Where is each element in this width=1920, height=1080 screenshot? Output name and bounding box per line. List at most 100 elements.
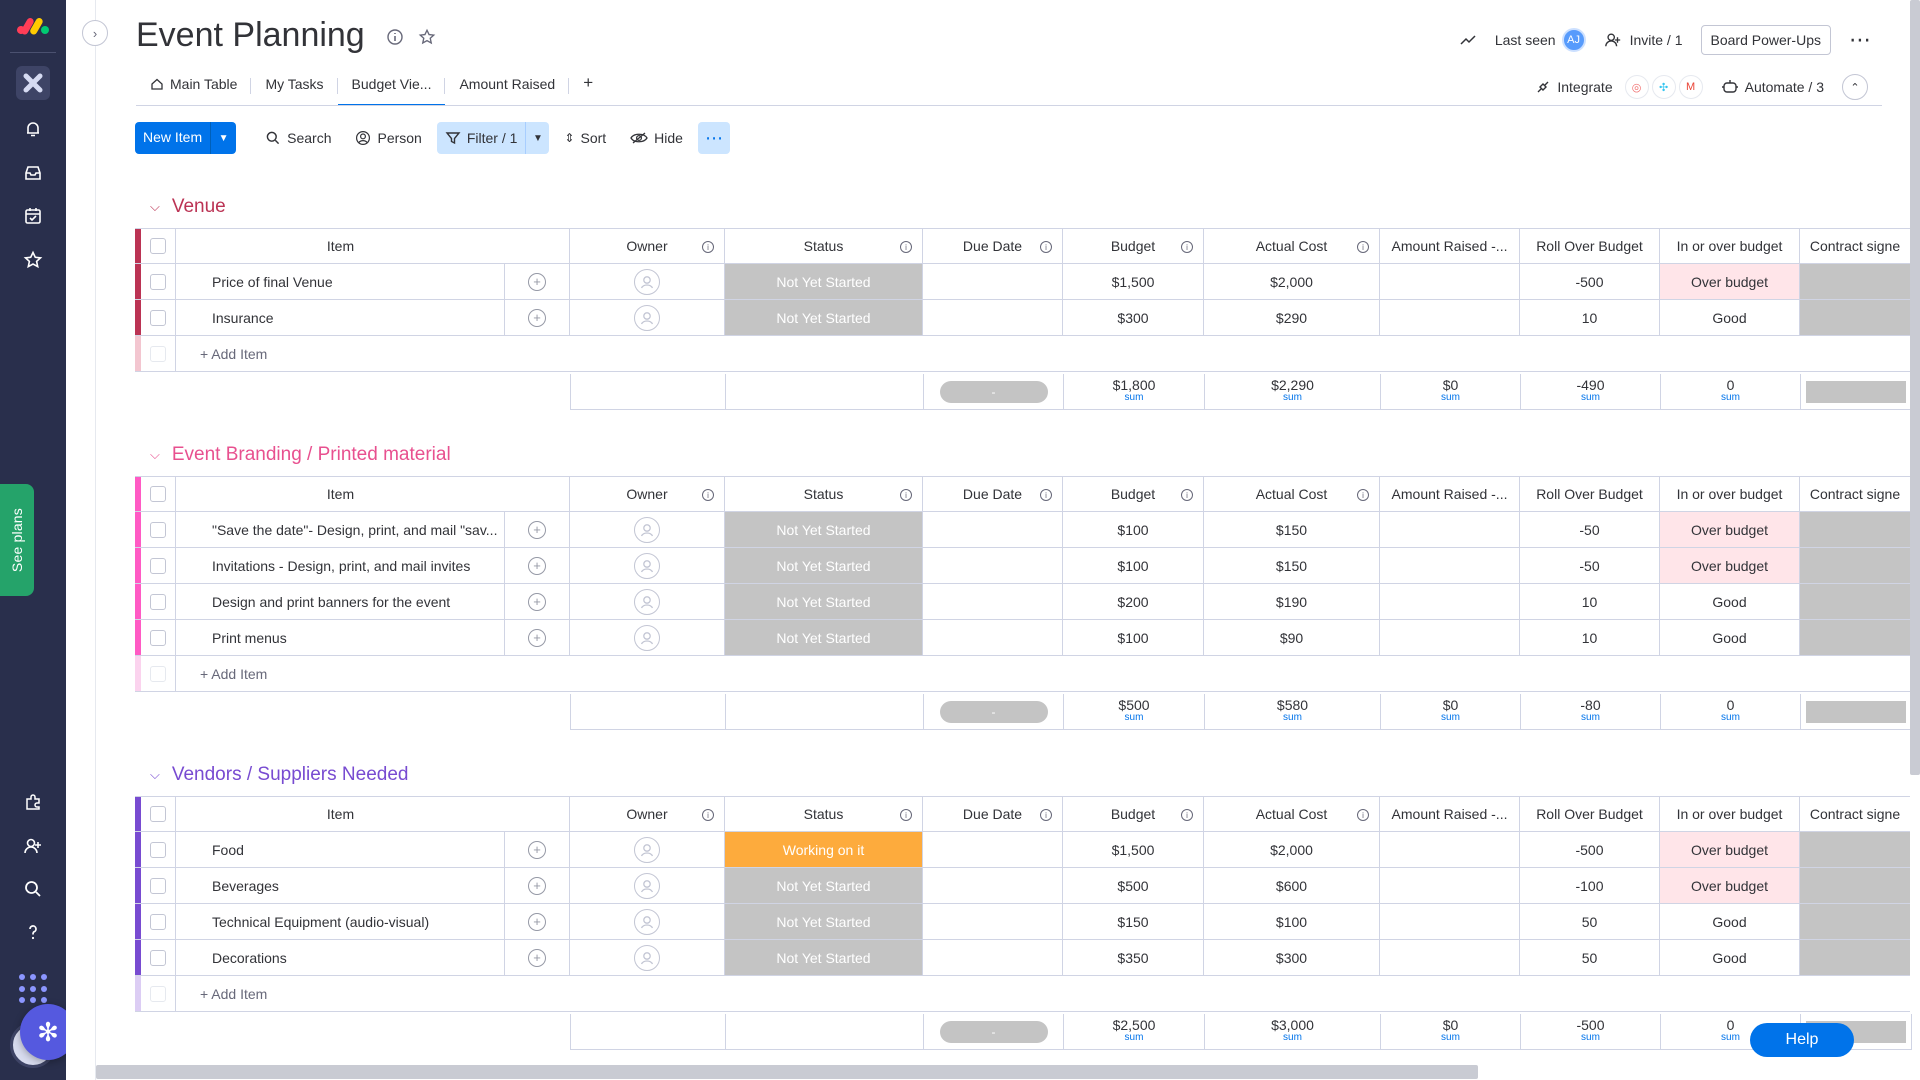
table-row[interactable]: Insurance + Not Yet Started $300 $290 10… xyxy=(135,300,1910,336)
board-title[interactable]: Event Planning xyxy=(136,16,365,55)
budget-cell[interactable]: $500 xyxy=(1063,868,1204,903)
owner-cell[interactable] xyxy=(570,264,725,299)
budget-cell[interactable]: $1,500 xyxy=(1063,264,1204,299)
row-select-cell[interactable] xyxy=(141,940,176,975)
status-cell[interactable]: Not Yet Started xyxy=(725,512,923,547)
row-checkbox[interactable] xyxy=(150,630,166,646)
column-info-icon[interactable]: i xyxy=(702,241,714,253)
status-cell[interactable]: Not Yet Started xyxy=(725,940,923,975)
item-name-cell[interactable]: Design and print banners for the event xyxy=(176,584,505,619)
empty-person-icon[interactable] xyxy=(634,625,660,651)
table-row[interactable]: Invitations - Design, print, and mail in… xyxy=(135,548,1910,584)
row-checkbox[interactable] xyxy=(150,522,166,538)
column-header-actual_cost[interactable]: Actual Cost i xyxy=(1204,477,1380,511)
contract-signed-cell[interactable] xyxy=(1800,264,1910,299)
empty-person-icon[interactable] xyxy=(634,517,660,543)
row-checkbox[interactable] xyxy=(150,594,166,610)
status-label[interactable]: Not Yet Started xyxy=(725,548,922,583)
column-header-budget[interactable]: Budget i xyxy=(1063,797,1204,831)
item-name[interactable]: Price of final Venue xyxy=(212,274,333,290)
last-seen[interactable]: Last seen AJ xyxy=(1495,28,1586,52)
due-date-cell[interactable] xyxy=(923,904,1063,939)
budget-cell[interactable]: $100 xyxy=(1063,512,1204,547)
row-select-cell[interactable] xyxy=(141,264,176,299)
tab-my-tasks[interactable]: My Tasks xyxy=(251,70,337,98)
due-date-cell[interactable] xyxy=(923,512,1063,547)
board-menu-icon[interactable]: ⋯ xyxy=(1849,27,1872,53)
contract-status-pill[interactable] xyxy=(1800,832,1910,867)
contract-status-pill[interactable] xyxy=(1800,264,1910,299)
help-button[interactable]: Help xyxy=(1750,1023,1854,1057)
row-select-cell[interactable] xyxy=(141,584,176,619)
row-checkbox[interactable] xyxy=(150,842,166,858)
item-name-cell[interactable]: Decorations xyxy=(176,940,505,975)
add-update-icon[interactable]: + xyxy=(528,273,546,291)
favorite-star-icon[interactable] xyxy=(418,28,436,46)
contract-status-pill[interactable] xyxy=(1800,512,1910,547)
chevron-down-icon[interactable]: ⌵ xyxy=(150,767,160,783)
updates-cell[interactable]: + xyxy=(505,904,570,939)
owner-cell[interactable] xyxy=(570,300,725,335)
owner-cell[interactable] xyxy=(570,512,725,547)
status-label[interactable]: Not Yet Started xyxy=(725,620,922,655)
budget-cell[interactable]: $100 xyxy=(1063,548,1204,583)
row-select-cell[interactable] xyxy=(141,620,176,655)
hide-button[interactable]: Hide xyxy=(621,122,692,154)
automate-button[interactable]: Automate / 3 xyxy=(1721,79,1824,95)
empty-person-icon[interactable] xyxy=(634,589,660,615)
due-date-cell[interactable] xyxy=(923,264,1063,299)
table-row[interactable]: Price of final Venue + Not Yet Started $… xyxy=(135,264,1910,300)
updates-cell[interactable]: + xyxy=(505,584,570,619)
budget-cell[interactable]: $300 xyxy=(1063,300,1204,335)
collapse-header-button[interactable]: ⌃ xyxy=(1842,74,1868,100)
add-update-icon[interactable]: + xyxy=(528,949,546,967)
contract-signed-cell[interactable] xyxy=(1800,300,1910,335)
due-date-cell[interactable] xyxy=(923,620,1063,655)
column-header-due_date[interactable]: Due Date i xyxy=(923,229,1063,263)
board-power-ups-button[interactable]: Board Power-Ups xyxy=(1701,25,1832,55)
row-select-cell[interactable] xyxy=(141,512,176,547)
see-plans-button[interactable]: See plans xyxy=(0,484,34,596)
due-date-cell[interactable] xyxy=(923,832,1063,867)
empty-person-icon[interactable] xyxy=(634,945,660,971)
add-update-icon[interactable]: + xyxy=(528,629,546,647)
row-select-cell[interactable] xyxy=(141,300,176,335)
vertical-scrollbar[interactable] xyxy=(1910,0,1920,775)
item-name-cell[interactable]: Food xyxy=(176,832,505,867)
due-date-cell[interactable] xyxy=(923,868,1063,903)
empty-person-icon[interactable] xyxy=(634,553,660,579)
contract-signed-cell[interactable] xyxy=(1800,584,1910,619)
row-checkbox[interactable] xyxy=(150,950,166,966)
status-cell[interactable]: Not Yet Started xyxy=(725,904,923,939)
group-header[interactable]: ⌵ Event Branding / Printed material xyxy=(150,444,451,466)
status-label[interactable]: Not Yet Started xyxy=(725,868,922,903)
amount-raised-cell[interactable] xyxy=(1380,300,1520,335)
amount-raised-cell[interactable] xyxy=(1380,940,1520,975)
add-update-icon[interactable]: + xyxy=(528,309,546,327)
updates-cell[interactable]: + xyxy=(505,548,570,583)
add-update-icon[interactable]: + xyxy=(528,877,546,895)
column-header-in_or_over[interactable]: In or over budget xyxy=(1660,229,1800,263)
item-name[interactable]: Food xyxy=(212,842,244,858)
due-date-cell[interactable] xyxy=(923,940,1063,975)
column-header-actual_cost[interactable]: Actual Cost i xyxy=(1204,797,1380,831)
amount-raised-cell[interactable] xyxy=(1380,512,1520,547)
sort-button[interactable]: ⇕ Sort xyxy=(555,122,615,154)
add-item-row[interactable]: + Add Item xyxy=(135,976,1910,1012)
status-cell[interactable]: Not Yet Started xyxy=(725,868,923,903)
more-toolbar-options-icon[interactable]: ⋯ xyxy=(698,122,730,154)
column-info-icon[interactable]: i xyxy=(1357,241,1369,253)
add-update-icon[interactable]: + xyxy=(528,593,546,611)
row-checkbox[interactable] xyxy=(150,558,166,574)
contract-status-pill[interactable] xyxy=(1800,940,1910,975)
table-row[interactable]: Food + Working on it $1,500 $2,000 -500 … xyxy=(135,832,1910,868)
chevron-down-icon[interactable]: ▼ xyxy=(525,122,549,154)
select-all-cell[interactable] xyxy=(141,477,176,511)
horizontal-scrollbar[interactable] xyxy=(96,1065,1478,1079)
due-date-cell[interactable] xyxy=(923,300,1063,335)
add-item-row[interactable]: + Add Item xyxy=(135,336,1910,372)
table-row[interactable]: "Save the date"- Design, print, and mail… xyxy=(135,512,1910,548)
status-cell[interactable]: Not Yet Started xyxy=(725,584,923,619)
column-header-status[interactable]: Status i xyxy=(725,229,923,263)
item-name-cell[interactable]: Price of final Venue xyxy=(176,264,505,299)
